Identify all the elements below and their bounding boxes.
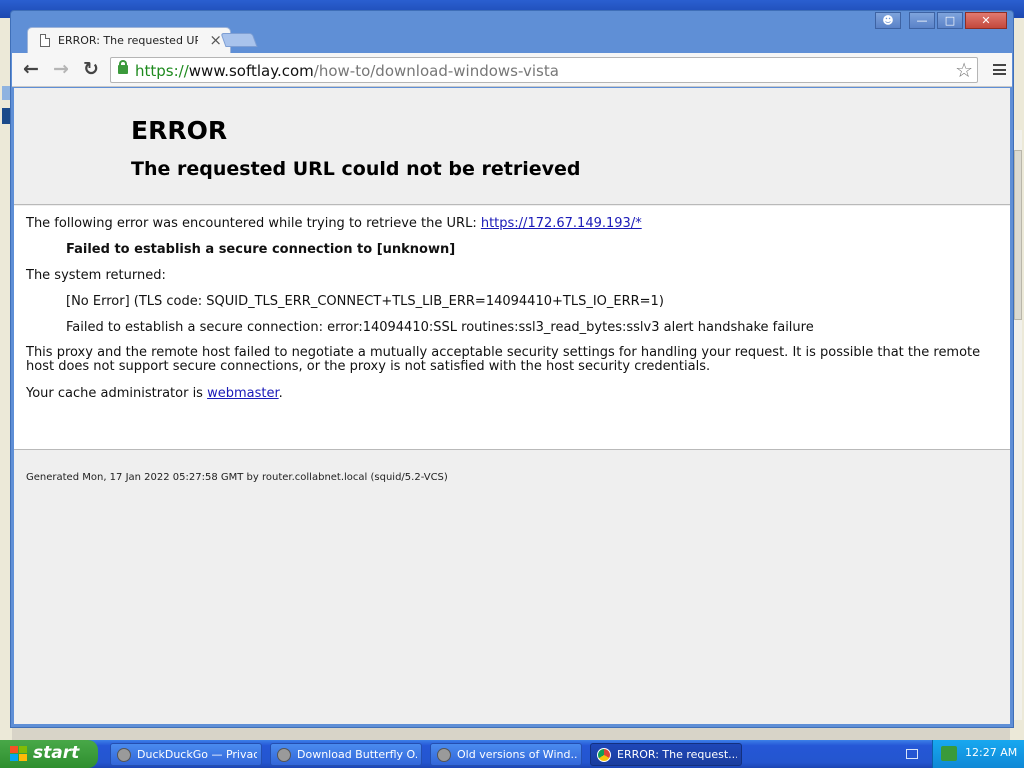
- admin-prefix: Your cache administrator is: [26, 386, 208, 401]
- taskbar-item[interactable]: Download Butterfly O...: [270, 743, 422, 766]
- url-path: /how-to/download-windows-vista: [313, 62, 559, 80]
- forward-arrow-icon[interactable]: →: [50, 59, 72, 81]
- chrome-icon: [597, 748, 611, 762]
- close-button[interactable]: ✕: [965, 12, 1007, 29]
- url-scheme: https://: [135, 62, 189, 80]
- page-subtitle: The requested URL could not be retrieved: [131, 158, 581, 180]
- browser-window: ☻ — □ ✕ ERROR: The requested URL × ← → ↻…: [10, 10, 1014, 728]
- address-bar[interactable]: https://www.softlay.com/how-to/download-…: [110, 57, 978, 83]
- browser-icon: [437, 748, 451, 762]
- profile-button[interactable]: ☻: [875, 12, 901, 29]
- taskbar-item-label: DuckDuckGo — Privac...: [137, 748, 257, 761]
- taskbar-item-active[interactable]: ERROR: The request...: [590, 743, 742, 766]
- explanation-text: This proxy and the remote host failed to…: [26, 345, 981, 374]
- system-returned-label: The system returned:: [26, 268, 166, 283]
- taskbar-item-label: ERROR: The request...: [617, 748, 737, 761]
- minimize-button[interactable]: —: [909, 12, 935, 29]
- error-header: ERROR The requested URL could not be ret…: [14, 88, 1010, 205]
- back-arrow-icon[interactable]: ←: [20, 59, 42, 81]
- new-tab-button[interactable]: [220, 33, 258, 47]
- star-icon[interactable]: ☆: [955, 58, 973, 82]
- tab-title: ERROR: The requested URL: [58, 34, 198, 47]
- clock[interactable]: 12:27 AM: [965, 746, 1017, 759]
- taskbar-item-label: Download Butterfly O...: [297, 748, 417, 761]
- menu-icon[interactable]: [993, 64, 1006, 75]
- page-footer: Generated Mon, 17 Jan 2022 05:27:58 GMT …: [26, 472, 448, 483]
- scrollbar-thumb[interactable]: [1014, 150, 1022, 320]
- taskbar-item[interactable]: DuckDuckGo — Privac...: [110, 743, 262, 766]
- tls-code: [No Error] (TLS code: SQUID_TLS_ERR_CONN…: [66, 294, 664, 309]
- document-icon: [40, 34, 50, 47]
- maximize-button[interactable]: □: [937, 12, 963, 29]
- keyboard-icon[interactable]: [906, 749, 918, 759]
- error-body: The following error was encountered whil…: [14, 206, 1010, 450]
- error-intro: The following error was encountered whil…: [26, 216, 642, 231]
- failure-message: Failed to establish a secure connection …: [66, 242, 456, 257]
- browser-tab[interactable]: ERROR: The requested URL ×: [27, 27, 231, 53]
- reload-icon[interactable]: ↻: [80, 59, 102, 81]
- window-controls: ☻ — □ ✕: [875, 12, 1007, 29]
- page-content: ERROR The requested URL could not be ret…: [14, 88, 1010, 724]
- error-url-link[interactable]: https://172.67.149.193/*: [481, 216, 642, 231]
- taskbar: start DuckDuckGo — Privac... Download Bu…: [0, 740, 1024, 768]
- admin-suffix: .: [278, 386, 283, 401]
- taskbar-item-label: Old versions of Wind...: [457, 748, 577, 761]
- ssl-error: Failed to establish a secure connection:…: [66, 320, 814, 335]
- admin-line: Your cache administrator is webmaster.: [26, 386, 283, 401]
- browser-toolbar: ← → ↻ https://www.softlay.com/how-to/dow…: [12, 53, 1012, 87]
- start-label: start: [33, 743, 80, 763]
- browser-icon: [277, 748, 291, 762]
- url-host: www.softlay.com: [188, 62, 314, 80]
- taskbar-item[interactable]: Old versions of Wind...: [430, 743, 582, 766]
- start-button[interactable]: start: [0, 740, 98, 768]
- windows-logo-icon: [10, 746, 27, 762]
- webmaster-link[interactable]: webmaster: [207, 386, 279, 401]
- intro-text: The following error was encountered whil…: [26, 216, 481, 231]
- network-icon[interactable]: [941, 746, 957, 761]
- browser-icon: [117, 748, 131, 762]
- system-tray: 12:27 AM: [932, 740, 1024, 768]
- url-text[interactable]: https://www.softlay.com/how-to/download-…: [135, 62, 559, 80]
- page-title: ERROR: [131, 116, 228, 145]
- lock-icon: [118, 60, 128, 74]
